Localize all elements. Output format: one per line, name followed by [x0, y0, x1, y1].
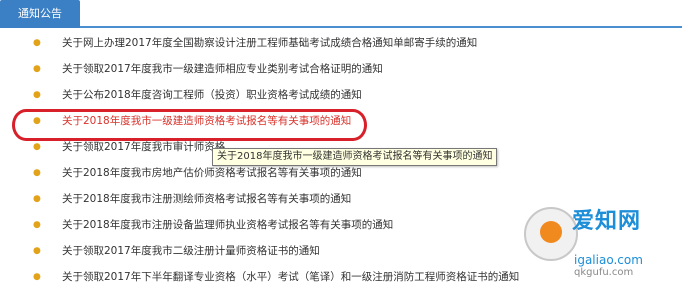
watermark-url-secondary: qkgufu.com: [574, 267, 634, 278]
notice-link[interactable]: 关于公布2018年度咨询工程师（投资）职业资格考试成绩的通知: [62, 82, 362, 108]
tab-notices[interactable]: 通知公告: [0, 0, 80, 28]
watermark-bubble-icon: [540, 221, 562, 243]
notice-link[interactable]: 关于网上办理2017年度全国勘察设计注册工程师基础考试成绩合格通知单邮寄手续的通…: [62, 30, 477, 56]
list-item: ● 关于领取2017年度我市一级建造师相应专业类别考试合格证明的通知: [0, 56, 682, 82]
list-item: ● 关于公布2018年度咨询工程师（投资）职业资格考试成绩的通知: [0, 82, 682, 108]
notice-link[interactable]: 关于领取2017年下半年翻译专业资格（水平）考试（笔译）和一级注册消防工程师资格…: [62, 264, 519, 290]
bullet-icon: ●: [33, 246, 41, 256]
watermark-url: igaliao.com: [574, 253, 643, 267]
watermark-brand: 爱知网: [572, 209, 642, 234]
bullet-icon: ●: [33, 64, 41, 74]
link-tooltip: 关于2018年度我市一级建造师资格考试报名等有关事项的通知: [212, 148, 498, 166]
bullet-icon: ●: [33, 272, 41, 282]
watermark-logo: 爱知网 igaliao.com qkgufu.com: [524, 197, 674, 279]
bullet-icon: ●: [33, 220, 41, 230]
bullet-icon: ●: [33, 194, 41, 204]
bullet-icon: ●: [33, 142, 41, 152]
notice-link[interactable]: 关于2018年度我市注册设备监理师执业资格考试报名等有关事项的通知: [62, 212, 393, 238]
bullet-icon: ●: [33, 168, 41, 178]
bullet-icon: ●: [33, 90, 41, 100]
notice-link[interactable]: 关于2018年度我市注册测绘师资格考试报名等有关事项的通知: [62, 186, 351, 212]
highlight-annotation-ring: [12, 109, 367, 141]
tab-bar: 通知公告: [0, 0, 682, 28]
list-item: ● 关于网上办理2017年度全国勘察设计注册工程师基础考试成绩合格通知单邮寄手续…: [0, 30, 682, 56]
bullet-icon: ●: [33, 38, 41, 48]
notice-link[interactable]: 关于领取2017年度我市一级建造师相应专业类别考试合格证明的通知: [62, 56, 383, 82]
notice-link[interactable]: 关于领取2017年度我市二级注册计量师资格证书的通知: [62, 238, 320, 264]
